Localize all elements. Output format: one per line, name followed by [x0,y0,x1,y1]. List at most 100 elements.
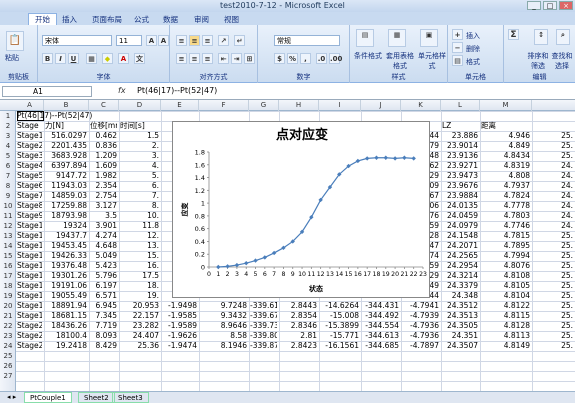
row-header-15[interactable]: 15 [0,251,16,261]
cell[interactable]: -15.771 [320,331,359,341]
cell[interactable]: 4.8115 [481,311,530,321]
column-header-m[interactable]: M [480,100,532,111]
cell[interactable]: 17.5 [120,271,159,281]
name-box[interactable]: A1 [2,86,92,97]
cell[interactable]: 9.3432 [200,311,247,321]
cell[interactable]: Stage5 [17,171,42,181]
row-header-3[interactable]: 3 [0,131,16,141]
cell[interactable]: 10. [120,211,159,221]
cell[interactable]: 4.808 [481,171,530,181]
cell[interactable]: Stage15 [17,271,42,281]
cell[interactable]: 7. [120,191,159,201]
cell[interactable]: 位移[mm] [90,121,117,131]
column-header-l[interactable]: L [441,100,480,111]
cell[interactable]: 18100.4 [45,331,87,341]
grow-font-icon[interactable]: A [146,35,157,46]
cell[interactable]: 17259.88 [45,201,87,211]
cell[interactable]: 3683.928 [45,151,87,161]
cell[interactable]: 9.7248 [200,301,247,311]
cell[interactable]: 23.9676 [442,181,478,191]
cell[interactable]: 16. [120,261,159,271]
cell[interactable]: 4.8149 [481,341,530,351]
cell[interactable]: 25. [533,151,573,161]
cell[interactable]: -344.554 [362,321,399,331]
tab-formulas[interactable]: 公式 [134,14,149,25]
cell[interactable]: 25. [533,261,573,271]
cell[interactable]: 8.093 [90,331,117,341]
column-header-g[interactable]: G [249,100,279,111]
cell[interactable]: 20.953 [120,301,159,311]
cell[interactable]: 2.81 [280,331,317,341]
cell[interactable]: 25.36 [120,341,159,351]
cell[interactable]: Stage21 [17,331,42,341]
decrease-indent-icon[interactable]: ⇤ [218,53,229,64]
cell[interactable]: -15.3899 [320,321,359,331]
cell[interactable]: 3.127 [90,201,117,211]
cell[interactable]: -4.7936 [402,331,439,341]
cell[interactable]: -339.619 [250,301,277,311]
row-header-22[interactable]: 22 [0,321,16,331]
row-header-9[interactable]: 9 [0,191,16,201]
conditional-format-button[interactable]: 条件格式 [352,51,384,61]
column-header-f[interactable]: F [199,100,249,111]
cell[interactable]: 23.9271 [442,161,478,171]
currency-icon[interactable]: $ [274,53,285,64]
row-header-17[interactable]: 17 [0,271,16,281]
cell[interactable]: 4.8128 [481,321,530,331]
row-header-21[interactable]: 21 [0,311,16,321]
cell[interactable]: -344.613 [362,331,399,341]
cell[interactable]: 5.423 [90,261,117,271]
row-header-23[interactable]: 23 [0,331,16,341]
cell[interactable]: -1.9626 [162,331,197,341]
cell[interactable]: 19. [120,291,159,301]
cell[interactable]: 2.8423 [280,341,317,351]
cell[interactable]: 23.9884 [442,191,478,201]
cell[interactable]: 24.3512 [442,301,478,311]
cell[interactable]: 3. [120,151,159,161]
wrap-text-icon[interactable]: ↵ [234,35,245,46]
cell[interactable]: -339.87 [250,341,277,351]
row-header-27[interactable]: 27 [0,371,16,381]
cell[interactable]: 4.8105 [481,281,530,291]
cell[interactable]: -344.492 [362,311,399,321]
cell[interactable]: 24.1548 [442,231,478,241]
insert-cells-button[interactable]: 插入 [466,31,480,41]
cell[interactable]: Stage1 [17,131,42,141]
column-header-i[interactable]: I [319,100,361,111]
cell[interactable]: 2.754 [90,191,117,201]
cell[interactable]: 25. [533,141,573,151]
row-header-11[interactable]: 11 [0,211,16,221]
cell[interactable]: 25. [533,301,573,311]
cell[interactable]: 2.8346 [280,321,317,331]
cell[interactable]: 23.886 [442,131,478,141]
cell[interactable]: Stage12 [17,241,42,251]
sort-filter-button[interactable]: 排序和筛选 [526,51,550,71]
sheet-nav-icon[interactable]: ◂ ▸ [2,392,21,403]
increase-decimal-icon[interactable]: .0 [316,53,327,64]
cell[interactable]: 8.429 [90,341,117,351]
cell[interactable]: 4.7994 [481,251,530,261]
bold-icon[interactable]: B [42,53,53,64]
cell[interactable]: 7.719 [90,321,117,331]
row-header-2[interactable]: 2 [0,121,16,131]
cell[interactable]: 13. [120,241,159,251]
align-right-icon[interactable]: ≡ [202,53,213,64]
cell[interactable]: 24. [533,211,573,221]
cell[interactable]: 4.7746 [481,221,530,231]
cell[interactable]: -14.6264 [320,301,359,311]
row-header-26[interactable]: 26 [0,361,16,371]
cell[interactable]: 4.8122 [481,301,530,311]
cell[interactable]: 18793.98 [45,211,87,221]
cell[interactable]: Stage9 [17,211,42,221]
cell[interactable]: 12. [120,231,159,241]
row-header-18[interactable]: 18 [0,281,16,291]
cell[interactable]: -339.802 [250,331,277,341]
cell[interactable]: 19453.45 [45,241,87,251]
cell[interactable]: Stage17 [17,291,42,301]
cell[interactable]: 5.796 [90,271,117,281]
font-color-icon[interactable]: A [118,53,129,64]
row-header-24[interactable]: 24 [0,341,16,351]
underline-icon[interactable]: U [68,53,79,64]
merge-center-icon[interactable]: ⊞ [244,53,255,64]
font-name-select[interactable]: 宋体 [42,35,112,46]
